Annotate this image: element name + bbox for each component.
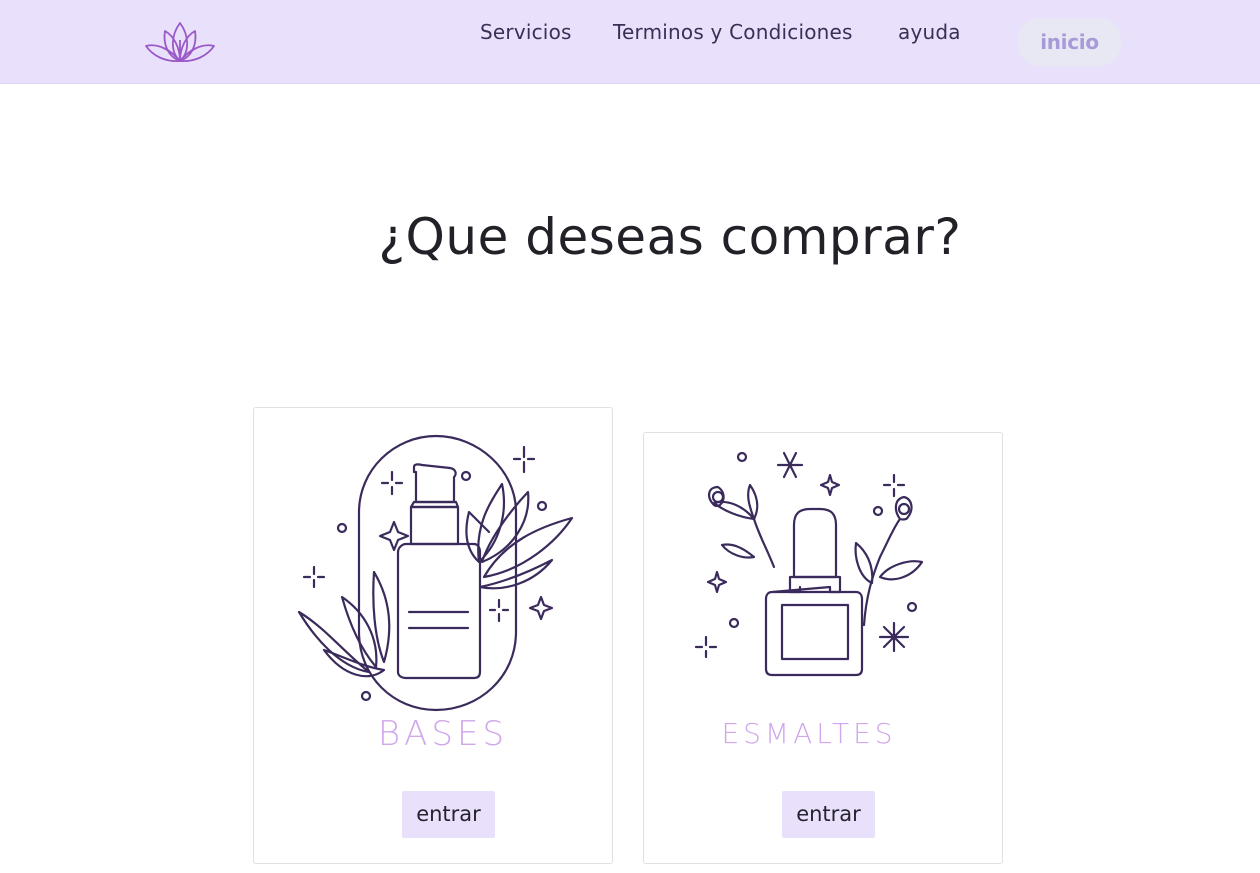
product-card-esmaltes: ESMALTES entrar: [643, 432, 1003, 864]
serum-bottle-icon: [297, 434, 574, 712]
product-card-bases: BASES entrar: [253, 407, 613, 864]
inicio-button[interactable]: inicio: [1018, 18, 1121, 66]
entrar-button[interactable]: entrar: [402, 791, 495, 838]
nav-ayuda[interactable]: ayuda: [898, 20, 961, 44]
category-label: BASES: [377, 714, 509, 754]
nav-terminos-condiciones[interactable]: Terminos y Condiciones: [613, 20, 853, 44]
nail-polish-icon: [694, 451, 924, 677]
lotus-logo-icon[interactable]: [143, 18, 217, 66]
entrar-button[interactable]: entrar: [782, 791, 875, 838]
category-label: ESMALTES: [721, 717, 897, 750]
navbar: Servicios Terminos y Condiciones ayuda i…: [0, 0, 1260, 84]
nav-servicios[interactable]: Servicios: [480, 20, 572, 44]
page-title: ¿Que deseas comprar?: [378, 208, 962, 266]
